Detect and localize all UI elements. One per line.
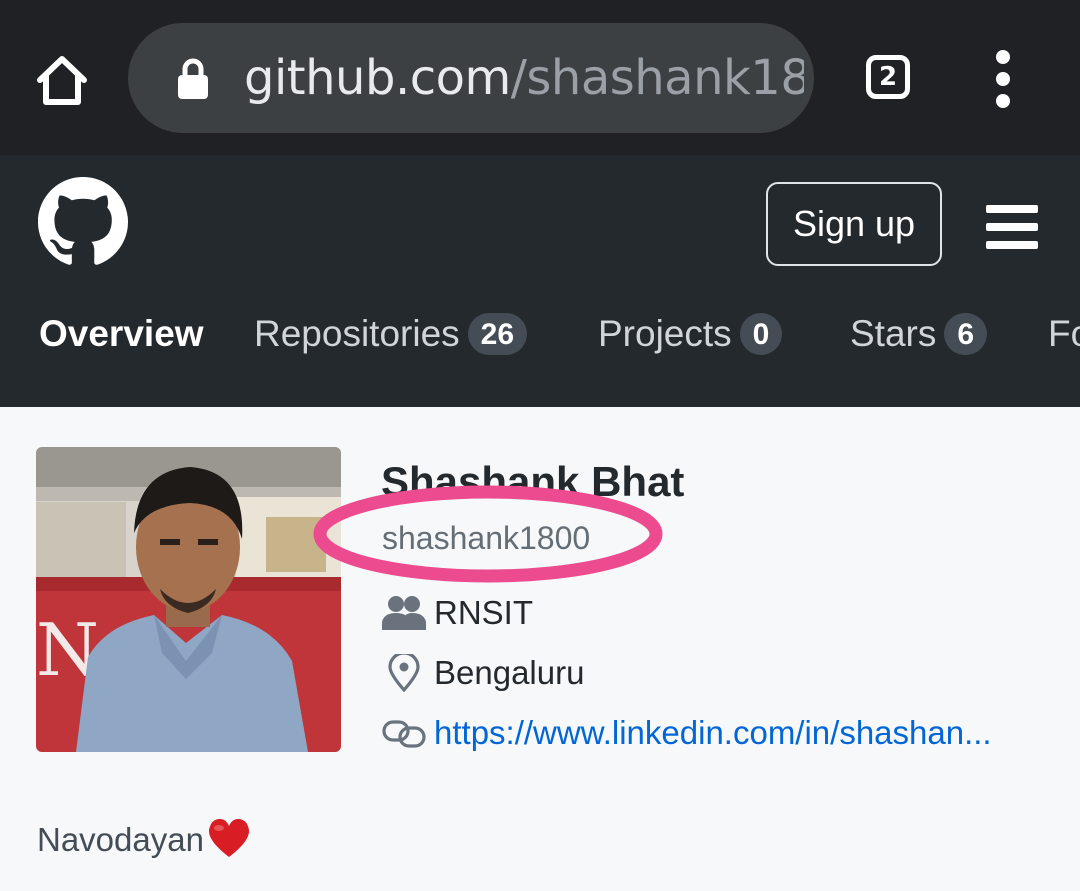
- organization-icon: [382, 596, 426, 630]
- heart-icon: [208, 819, 249, 857]
- tab-label: Fo: [1048, 313, 1080, 354]
- lock-icon: [178, 58, 208, 99]
- repositories-count-badge: 26: [467, 313, 528, 355]
- link-icon: [382, 720, 426, 748]
- stars-count-badge: 6: [944, 313, 988, 355]
- website-link[interactable]: https://www.linkedin.com/in/shashan...: [434, 710, 992, 756]
- hamburger-menu-icon[interactable]: [986, 205, 1038, 249]
- profile-username: shashank1800: [382, 520, 591, 556]
- tab-overview[interactable]: Overview: [39, 305, 204, 365]
- sign-up-button[interactable]: Sign up: [766, 182, 942, 266]
- url-text[interactable]: github.com/shashank18: [244, 43, 804, 113]
- profile-bio: Navodayan: [37, 815, 252, 865]
- tab-repositories[interactable]: Repositories 26: [254, 305, 528, 365]
- projects-count-badge: 0: [739, 313, 783, 355]
- tab-label: Overview: [39, 313, 204, 354]
- avatar[interactable]: N: [36, 447, 341, 752]
- browser-toolbar: github.com/shashank18 2: [0, 0, 1080, 155]
- url-host: github.com: [244, 50, 511, 106]
- avatar-photo: N: [36, 447, 341, 752]
- more-vert-icon[interactable]: [990, 50, 1016, 110]
- github-header: Sign up Overview Repositories 26 Projects…: [0, 155, 1080, 407]
- tab-label: Repositories: [254, 313, 460, 354]
- tab-switcher-button[interactable]: 2: [866, 55, 910, 99]
- github-logo-icon[interactable]: [38, 177, 128, 267]
- location-text: Bengaluru: [434, 654, 585, 691]
- url-path: /shashank18: [510, 50, 804, 106]
- tab-label: Projects: [598, 313, 732, 354]
- address-bar[interactable]: github.com/shashank18: [128, 23, 814, 133]
- tab-followers[interactable]: Fo: [1048, 305, 1080, 365]
- home-icon[interactable]: [32, 50, 92, 110]
- bio-text: Navodayan: [37, 821, 204, 858]
- tab-projects[interactable]: Projects 0: [598, 305, 783, 365]
- tab-stars[interactable]: Stars 6: [850, 305, 988, 365]
- organization-text: RNSIT: [434, 594, 533, 631]
- location-pin-icon: [388, 654, 420, 692]
- profile-tabs: Overview Repositories 26 Projects 0 Stars 6…: [0, 305, 1080, 365]
- tab-label: Stars: [850, 313, 937, 354]
